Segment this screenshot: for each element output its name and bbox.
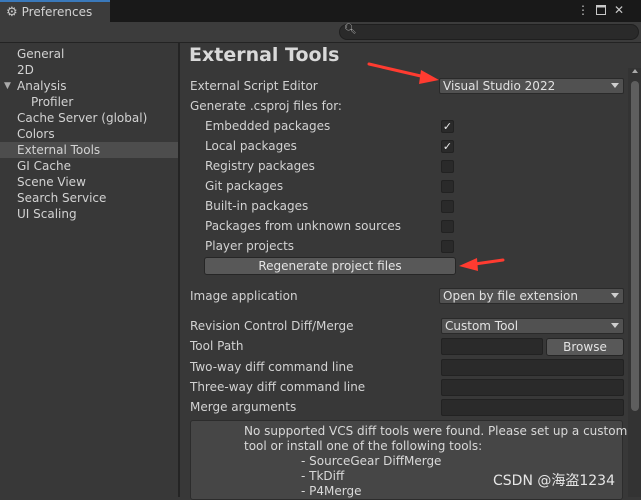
- annotation-overlay: [367, 62, 505, 271]
- annotation-arrow-icon: [367, 62, 439, 84]
- watermark: CSDN @海盗1234: [493, 473, 615, 489]
- annotation-arrow-icon: [459, 258, 505, 271]
